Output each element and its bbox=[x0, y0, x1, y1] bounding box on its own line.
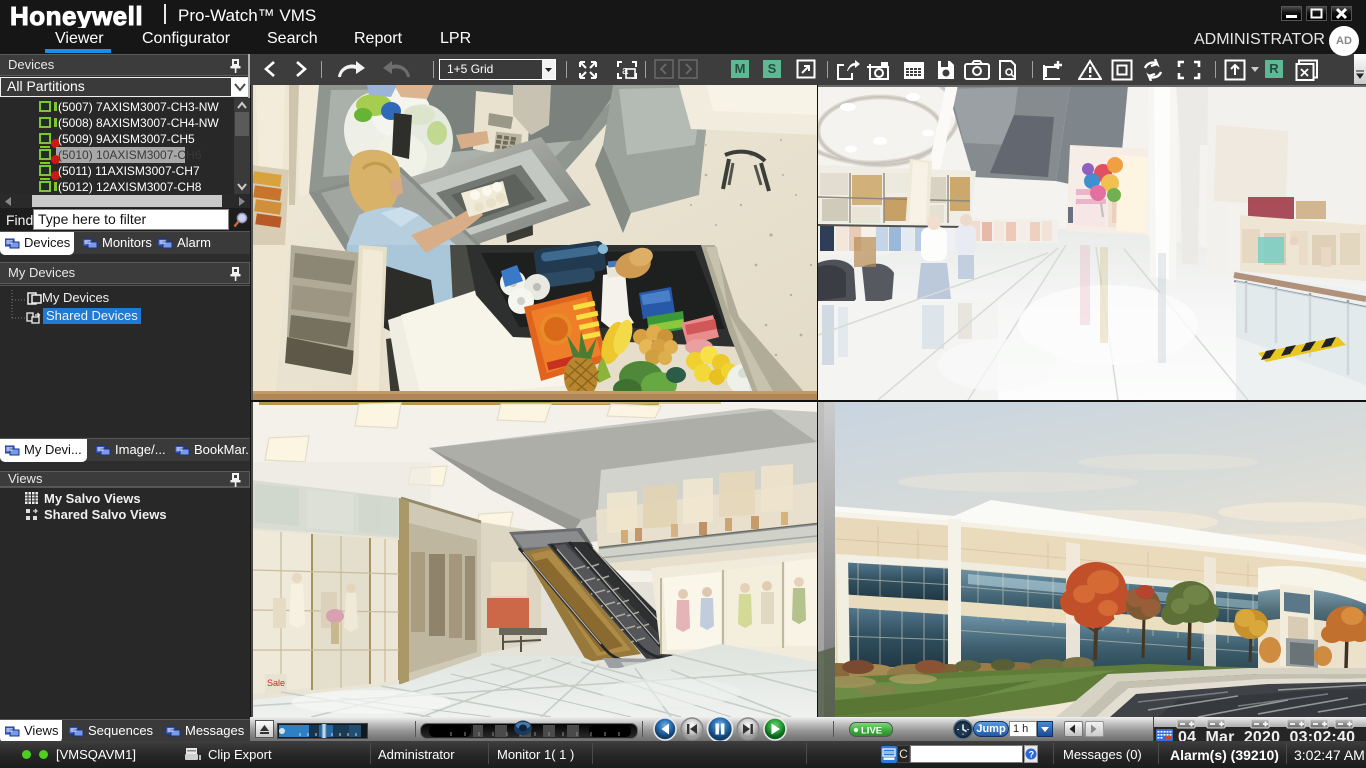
svg-text:Sale: Sale bbox=[267, 678, 285, 688]
svg-text:LIVE: LIVE bbox=[861, 726, 882, 737]
svg-text:a: a bbox=[622, 65, 629, 77]
svg-text:?: ? bbox=[1029, 750, 1035, 760]
